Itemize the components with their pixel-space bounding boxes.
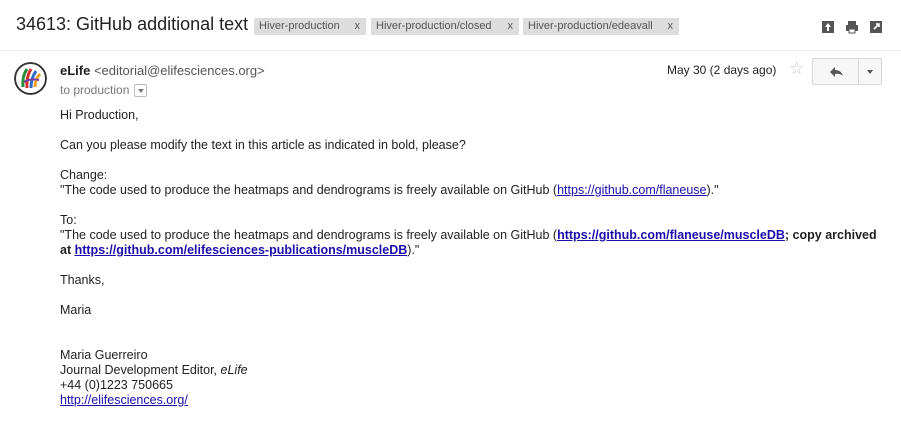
remove-label-icon[interactable]: x [508,18,514,35]
signature-title-text: Journal Development Editor, [60,363,221,377]
request-text: Can you please modify the text in this a… [60,138,466,152]
elife-website-link[interactable]: http://elifesciences.org/ [60,393,188,407]
message-header-row: 34613: GitHub additional text Hiver-prod… [0,0,901,50]
greeting-text: Hi Production, [60,108,139,122]
change-label: Change: [60,168,108,182]
remove-label-icon[interactable]: x [668,18,674,35]
original-text: "The code used to produce the heatmaps a… [60,183,880,198]
message-date: May 30 (2 days ago) [667,63,777,77]
reply-icon [830,67,843,77]
remove-label-icon[interactable]: x [355,18,361,35]
header-divider [0,50,901,51]
github-muscledb-link[interactable]: https://github.com/flaneuse/muscleDB [557,228,785,242]
original-text-end: )." [706,183,719,197]
to-label: To: [60,213,77,227]
label-text: Hiver-production [259,20,340,32]
github-flaneuse-link[interactable]: https://github.com/flaneuse [557,183,706,197]
message-body: Hi Production, Can you please modify the… [60,108,880,408]
signature-journal: eLife [220,363,248,377]
label-chip-hiver-production[interactable]: Hiver-production x [254,18,366,35]
print-icon[interactable] [845,20,859,34]
new-window-icon[interactable] [869,20,883,34]
expand-all-icon[interactable] [821,20,835,34]
email-subject: 34613: GitHub additional text [16,14,249,34]
label-text: Hiver-production/closed [376,20,492,32]
signature-name: Maria Guerreiro [60,348,148,362]
label-chip-hiver-production-edeavall[interactable]: Hiver-production/edeavall x [523,18,679,35]
revised-text-end: )." [407,243,420,257]
show-details-dropdown-icon[interactable] [134,83,148,97]
signature-title: Journal Development Editor, eLife [60,363,880,378]
signoff-text: Maria [60,303,92,317]
sender-name[interactable]: eLife [60,63,90,78]
original-text-start: "The code used to produce the heatmaps a… [60,183,558,197]
revised-text: "The code used to produce the heatmaps a… [60,228,880,258]
header-toolbar [821,20,883,34]
star-icon[interactable]: ☆ [789,59,804,79]
sender-line: eLife <editorial@elifesciences.org> [60,63,265,78]
recipient-line: to production [60,83,148,97]
label-text: Hiver-production/edeavall [528,20,653,32]
signature-phone: +44 (0)1223 750665 [60,378,173,392]
sender-avatar[interactable] [14,62,47,95]
revised-text-start: "The code used to produce the heatmaps a… [60,228,558,242]
thanks-text: Thanks, [60,273,105,287]
signature-url-line: http://elifesciences.org/ [60,393,880,408]
more-actions-dropdown-button[interactable] [858,58,882,85]
label-chip-hiver-production-closed[interactable]: Hiver-production/closed x [371,18,519,35]
sender-email: <editorial@elifesciences.org> [93,63,265,78]
reply-button[interactable] [812,58,858,85]
archived-muscledb-link[interactable]: https://github.com/elifesciences-publica… [75,243,408,257]
recipient-text: to production [60,83,130,97]
